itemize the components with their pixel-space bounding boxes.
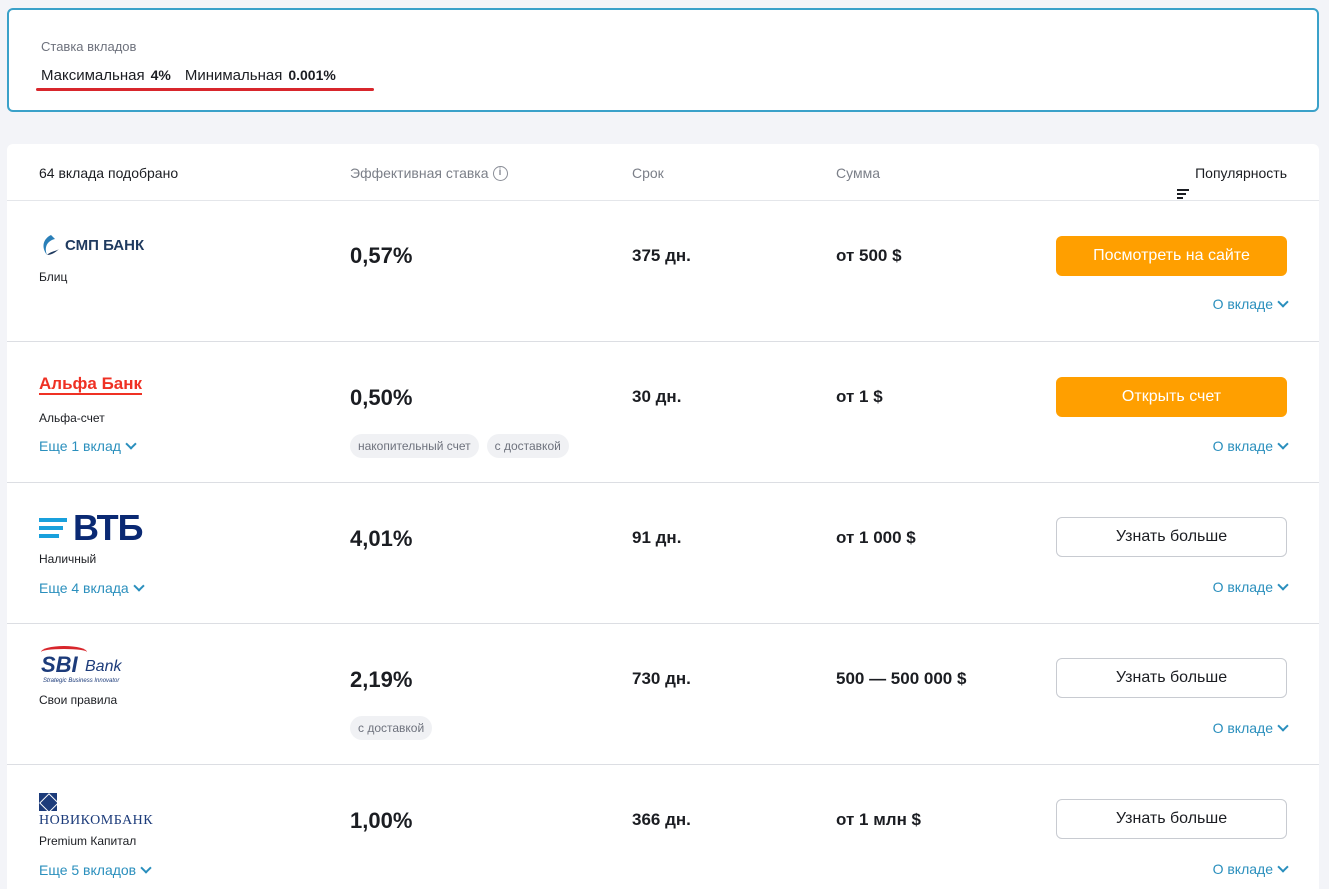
chevron-down-icon	[125, 438, 137, 450]
product-name: Наличный	[39, 552, 97, 566]
sum-value: от 500 $	[836, 246, 902, 265]
highlight-underline	[36, 88, 374, 91]
chevron-down-icon	[1277, 720, 1289, 732]
chevron-down-icon	[1277, 579, 1289, 591]
deposit-row: SBI Bank Strategic Business Innovator Св…	[7, 624, 1319, 765]
tag: с доставкой	[350, 716, 433, 740]
bank-logo-smp: СМП БАНК	[39, 233, 144, 257]
bank-name-suffix: Bank	[85, 658, 122, 675]
rate-summary-card: Ставка вкладов Максимальная 4% Минимальная…	[7, 8, 1319, 112]
sum-value: 500 — 500 000 $	[836, 669, 967, 688]
more-label: Еще 4 вклада	[39, 580, 129, 596]
term-value: 30 дн.	[632, 387, 682, 406]
column-term-header: Срок	[632, 165, 664, 181]
novikom-mark-icon	[39, 793, 57, 811]
sum-value: от 1 млн $	[836, 810, 922, 829]
bank-name: НОВИКОМБАНК	[39, 813, 154, 828]
about-deposit-link[interactable]: О вкладе	[1212, 720, 1289, 736]
deposit-row: СМП БАНК Блиц 0,57% 375 дн. от 500 $ Пос…	[7, 201, 1319, 342]
column-rate-label: Эффективная ставка	[350, 165, 489, 181]
column-rate-header: Эффективная ставка i	[350, 165, 508, 181]
rate-value: 2,19%	[350, 667, 413, 692]
min-rate-value: 0.001%	[288, 67, 336, 83]
bank-logo-vtb: ВТБ	[39, 507, 143, 549]
column-sum-header: Сумма	[836, 165, 880, 181]
chevron-down-icon	[133, 580, 145, 592]
deposit-row: Альфа Банк Альфа-счет Еще 1 вклад 0,50% …	[7, 342, 1319, 483]
smp-logo-icon	[43, 235, 59, 255]
summary-caption: Ставка вкладов	[41, 39, 137, 54]
term-value: 91 дн.	[632, 528, 682, 547]
sort-label: Популярность	[1195, 165, 1287, 181]
max-rate-label: Максимальная	[41, 67, 145, 84]
about-label: О вкладе	[1212, 579, 1273, 595]
about-label: О вкладе	[1212, 861, 1273, 877]
more-deposits-link[interactable]: Еще 4 вклада	[39, 580, 145, 596]
sort-button[interactable]: Популярность	[1177, 165, 1287, 199]
info-icon[interactable]: i	[492, 165, 508, 181]
tag: накопительный счет	[350, 434, 479, 458]
rate-value: 0,50%	[350, 385, 413, 410]
max-rate-value: 4%	[150, 67, 171, 83]
summary-rates: Максимальная 4% Минимальная 0.001%	[41, 67, 350, 84]
about-deposit-link[interactable]: О вкладе	[1212, 296, 1289, 312]
deposit-row: ВТБ Наличный Еще 4 вклада 4,01% 91 дн. о…	[7, 483, 1319, 624]
product-name: Premium Капитал	[39, 834, 137, 848]
bank-name: SBI	[41, 652, 78, 677]
chevron-down-icon	[1277, 438, 1289, 450]
about-deposit-link[interactable]: О вкладе	[1212, 579, 1289, 595]
about-label: О вкладе	[1212, 296, 1273, 312]
vtb-stripes-icon	[39, 518, 67, 538]
about-deposit-link[interactable]: О вкладе	[1212, 438, 1289, 454]
deposit-list: 64 вклада подобрано Эффективная ставка i …	[7, 144, 1319, 889]
about-deposit-link[interactable]: О вкладе	[1212, 861, 1289, 877]
bank-logo-novikom: НОВИКОМБАНК	[39, 793, 153, 829]
rate-value: 4,01%	[350, 526, 413, 551]
more-deposits-link[interactable]: Еще 5 вкладов	[39, 862, 152, 878]
learn-more-button[interactable]: Узнать больше	[1056, 799, 1287, 839]
term-value: 730 дн.	[632, 669, 691, 688]
more-label: Еще 5 вкладов	[39, 862, 137, 878]
bank-tagline: Strategic Business Innovator	[43, 678, 120, 684]
sort-icon	[1177, 189, 1190, 199]
learn-more-button[interactable]: Узнать больше	[1056, 658, 1287, 698]
chevron-down-icon	[1277, 296, 1289, 308]
bank-name: ВТБ	[73, 507, 143, 548]
product-name: Свои правила	[39, 693, 118, 707]
chevron-down-icon	[1277, 861, 1289, 873]
results-count: 64 вклада подобрано	[39, 165, 179, 181]
bank-logo-alfa: Альфа Банк	[39, 374, 143, 395]
bank-name: СМП БАНК	[65, 236, 145, 254]
learn-more-button[interactable]: Узнать больше	[1056, 517, 1287, 557]
view-on-site-button[interactable]: Посмотреть на сайте	[1056, 236, 1287, 276]
sum-value: от 1 $	[836, 387, 883, 406]
min-rate-label: Минимальная	[184, 67, 283, 84]
rate-value: 1,00%	[350, 808, 413, 833]
tag-list: с доставкой	[350, 716, 433, 740]
rate-value: 0,57%	[350, 243, 413, 268]
about-label: О вкладе	[1212, 720, 1273, 736]
sum-value: от 1 000 $	[836, 528, 916, 547]
more-deposits-link[interactable]: Еще 1 вклад	[39, 438, 137, 454]
about-label: О вкладе	[1212, 438, 1273, 454]
term-value: 366 дн.	[632, 810, 691, 829]
bank-logo-sbi: SBI Bank Strategic Business Innovator	[39, 646, 129, 686]
open-account-button[interactable]: Открыть счет	[1056, 377, 1287, 417]
chevron-down-icon	[140, 862, 152, 874]
tag-list: накопительный счет с доставкой	[350, 434, 569, 458]
product-name: Блиц	[39, 270, 68, 284]
term-value: 375 дн.	[632, 246, 691, 265]
tag: с доставкой	[486, 434, 569, 458]
list-header: 64 вклада подобрано Эффективная ставка i …	[7, 144, 1319, 201]
deposit-row: НОВИКОМБАНК Premium Капитал Еще 5 вкладо…	[7, 765, 1319, 889]
product-name: Альфа-счет	[39, 411, 105, 425]
more-label: Еще 1 вклад	[39, 438, 121, 454]
